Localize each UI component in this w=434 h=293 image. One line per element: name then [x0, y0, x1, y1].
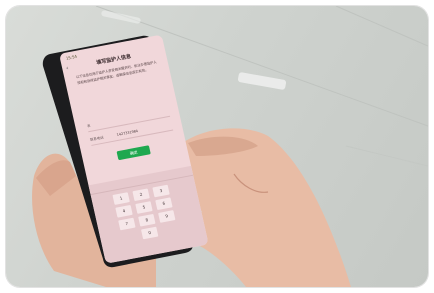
key-3[interactable]: 3 [152, 184, 170, 198]
key-2[interactable]: 2 [132, 188, 150, 202]
photo: 15:54 ‹ 填写监护人信息 以下信息仅用于监护人享受相关服务时，依法办理监护… [6, 6, 428, 287]
key-9[interactable]: 9 [158, 210, 176, 223]
wall-seam-line-2 [335, 6, 428, 47]
floor-seam-line [345, 145, 428, 167]
photo-frame: 15:54 ‹ 填写监护人信息 以下信息仅用于监护人享受相关服务时，依法办理监护… [0, 0, 434, 293]
key-6[interactable]: 6 [155, 197, 173, 211]
key-0[interactable]: 0 [140, 226, 159, 240]
name-label: 名 [86, 123, 91, 129]
phone-label: 联系电话 [89, 135, 104, 142]
key-5[interactable]: 5 [135, 201, 153, 214]
key-8[interactable]: 8 [138, 213, 156, 227]
status-time: 15:54 [65, 53, 78, 61]
key-1[interactable]: 1 [112, 192, 130, 205]
light-reflection [237, 72, 287, 90]
key-4[interactable]: 4 [115, 204, 133, 218]
scene-background [32, 6, 428, 287]
light-reflection-2 [101, 10, 141, 24]
key-7[interactable]: 7 [118, 217, 136, 231]
confirm-button[interactable]: 确定 [116, 145, 151, 161]
